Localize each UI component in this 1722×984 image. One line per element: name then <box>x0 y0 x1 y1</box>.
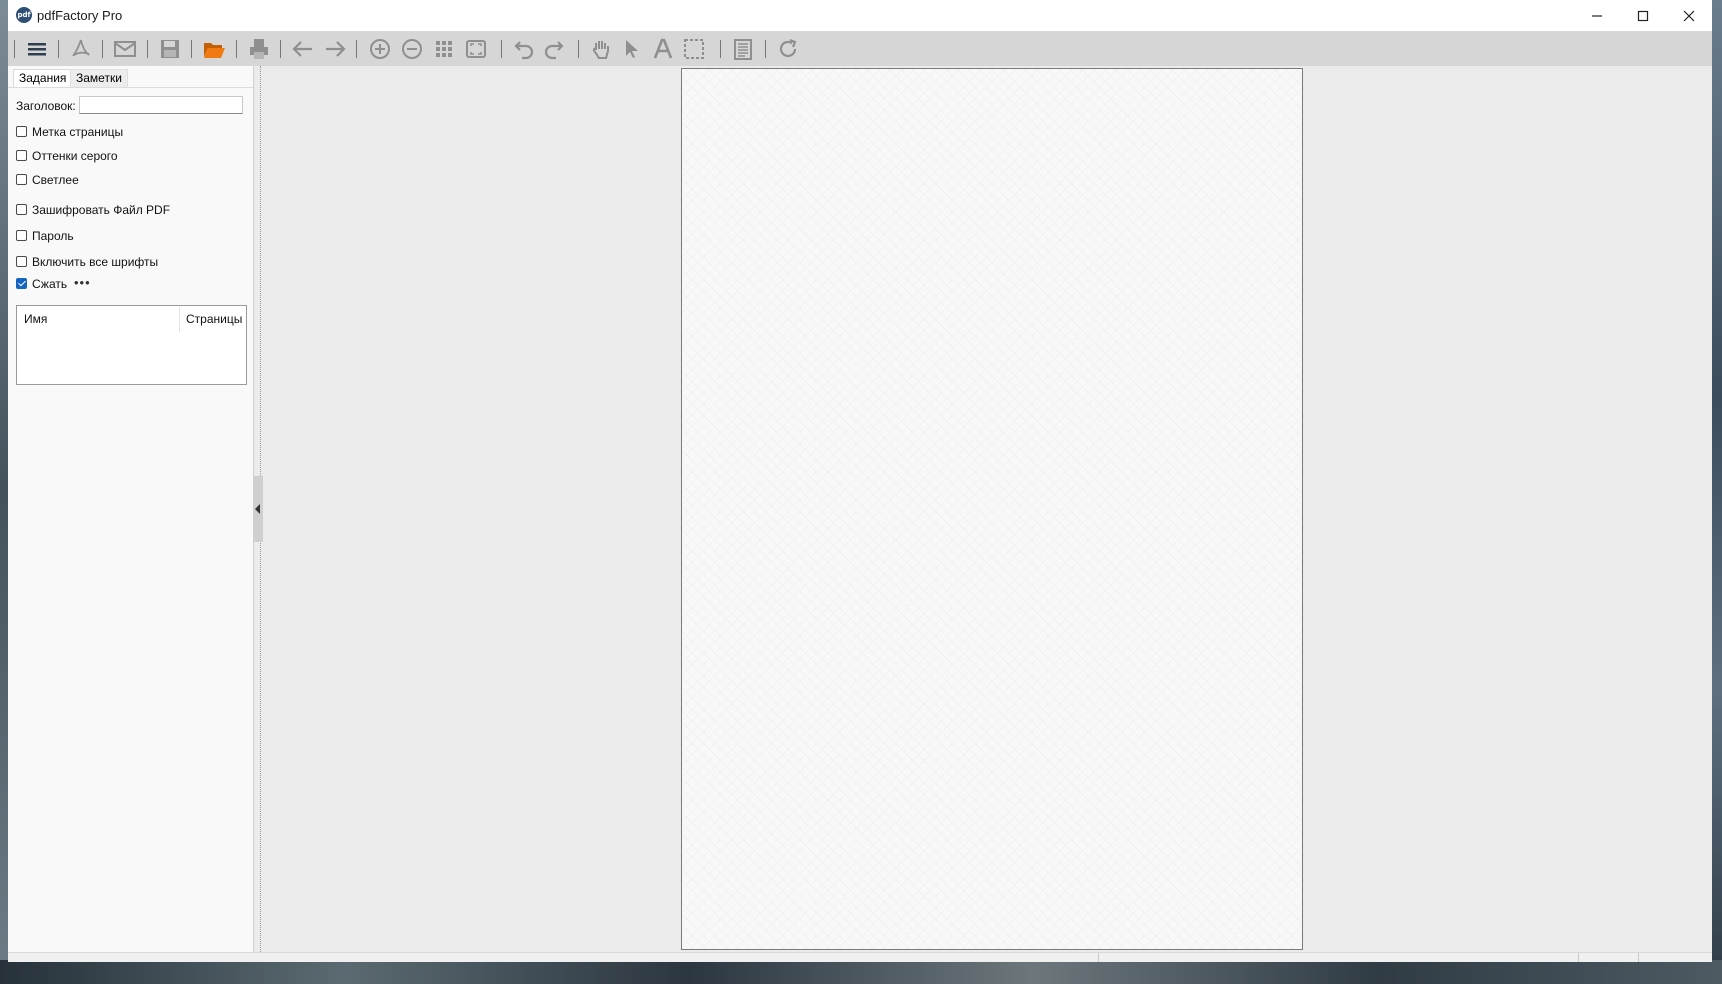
text-tool-button[interactable] <box>649 35 677 63</box>
refresh-icon <box>779 38 797 58</box>
maximize-button[interactable] <box>1620 0 1666 31</box>
encrypt-pdf-label[interactable]: Зашифровать Файл PDF <box>32 203 170 217</box>
lighter-checkbox[interactable] <box>16 174 27 185</box>
thumbnails-button[interactable] <box>430 35 458 63</box>
window-title: pdfFactory Pro <box>37 8 123 23</box>
pdf-view-button[interactable] <box>67 35 95 63</box>
minimize-button[interactable] <box>1574 0 1620 31</box>
compress-options-button[interactable]: ••• <box>74 275 91 290</box>
folder-open-icon <box>204 43 225 58</box>
print-button[interactable] <box>245 35 273 63</box>
encrypt-pdf-checkbox[interactable] <box>16 204 27 215</box>
notepad-icon <box>734 39 752 60</box>
pointer-icon <box>626 40 638 58</box>
app-window: pdf pdfFactory Pro Задания Заметки Загол… <box>8 0 1712 962</box>
toolbar-separator <box>720 40 721 58</box>
main-toolbar <box>8 31 1712 67</box>
acrobat-icon <box>72 39 90 57</box>
title-bar[interactable]: pdf pdfFactory Pro <box>8 0 1712 31</box>
column-header-name[interactable]: Имя <box>24 312 47 326</box>
notes-button[interactable] <box>729 35 757 63</box>
lighter-label[interactable]: Светлее <box>32 173 79 187</box>
compress-label[interactable]: Сжать <box>32 277 67 291</box>
envelope-icon <box>114 41 136 57</box>
jobs-list[interactable]: Имя Страницы <box>16 305 247 385</box>
status-bar <box>8 952 1712 962</box>
undo-icon <box>514 41 534 60</box>
collapse-panel-button[interactable] <box>254 476 263 542</box>
desktop-background-right <box>1712 0 1722 984</box>
hand-icon <box>592 41 609 59</box>
redo-button[interactable] <box>540 35 568 63</box>
back-button[interactable] <box>289 35 317 63</box>
redo-icon <box>544 41 564 60</box>
toolbar-separator <box>236 40 237 58</box>
panel-splitter[interactable] <box>254 66 271 952</box>
column-header-pages[interactable]: Страницы <box>186 312 242 326</box>
toolbar-separator <box>765 40 766 58</box>
hand-tool-button[interactable] <box>587 35 615 63</box>
arrow-left-icon <box>292 41 312 57</box>
page-preview[interactable] <box>681 68 1303 950</box>
desktop-taskbar-strip <box>0 960 1722 984</box>
select-tool-button[interactable] <box>618 35 646 63</box>
toolbar-separator <box>14 40 15 58</box>
zoom-out-icon <box>402 39 422 59</box>
column-divider[interactable] <box>179 307 180 332</box>
fit-page-icon <box>466 40 486 58</box>
floppy-icon <box>161 40 179 58</box>
password-checkbox[interactable] <box>16 230 27 241</box>
hamburger-icon <box>28 43 46 56</box>
title-label: Заголовок: <box>16 99 76 113</box>
status-divider <box>1578 953 1579 962</box>
zoom-out-button[interactable] <box>398 35 426 63</box>
compress-checkbox[interactable] <box>16 278 27 289</box>
zoom-in-button[interactable] <box>366 35 394 63</box>
toolbar-separator <box>578 40 579 58</box>
open-button[interactable] <box>200 35 228 63</box>
grayscale-checkbox[interactable] <box>16 150 27 161</box>
text-icon <box>653 38 673 59</box>
tab-notes[interactable]: Заметки <box>70 69 128 88</box>
toolbar-separator <box>102 40 103 58</box>
marquee-tool-button[interactable] <box>680 35 708 63</box>
password-label[interactable]: Пароль <box>32 229 74 243</box>
toolbar-separator <box>356 40 357 58</box>
undo-button[interactable] <box>510 35 538 63</box>
toolbar-separator <box>280 40 281 58</box>
tab-jobs[interactable]: Задания <box>13 69 73 87</box>
save-button[interactable] <box>156 35 184 63</box>
status-divider <box>1638 953 1639 962</box>
title-input[interactable] <box>79 96 243 114</box>
grayscale-label[interactable]: Оттенки серого <box>32 149 118 163</box>
page-mark-label[interactable]: Метка страницы <box>32 125 123 139</box>
printer-icon <box>250 39 268 59</box>
menu-button[interactable] <box>23 35 51 63</box>
arrow-right-icon <box>326 41 346 57</box>
zoom-in-icon <box>370 39 390 59</box>
toolbar-separator <box>501 40 502 58</box>
forward-button[interactable] <box>321 35 349 63</box>
embed-fonts-checkbox[interactable] <box>16 256 27 267</box>
page-mark-checkbox[interactable] <box>16 126 27 137</box>
minimize-icon <box>1592 14 1602 17</box>
close-button[interactable] <box>1666 0 1712 31</box>
job-settings-panel: Задания Заметки Заголовок: Метка страниц… <box>8 66 254 952</box>
toolbar-separator <box>147 40 148 58</box>
marquee-select-icon <box>684 39 704 59</box>
desktop-background-left <box>0 0 8 984</box>
close-icon <box>1683 10 1695 21</box>
email-button[interactable] <box>111 35 139 63</box>
fit-page-button[interactable] <box>462 35 490 63</box>
grid-icon <box>436 41 452 57</box>
refresh-button[interactable] <box>774 35 802 63</box>
status-divider <box>1098 953 1099 962</box>
toolbar-separator <box>191 40 192 58</box>
embed-fonts-label[interactable]: Включить все шрифты <box>32 255 158 269</box>
app-logo-icon[interactable]: pdf <box>16 7 32 23</box>
tab-divider <box>8 87 253 88</box>
toolbar-separator <box>58 40 59 58</box>
maximize-icon <box>1637 10 1649 21</box>
